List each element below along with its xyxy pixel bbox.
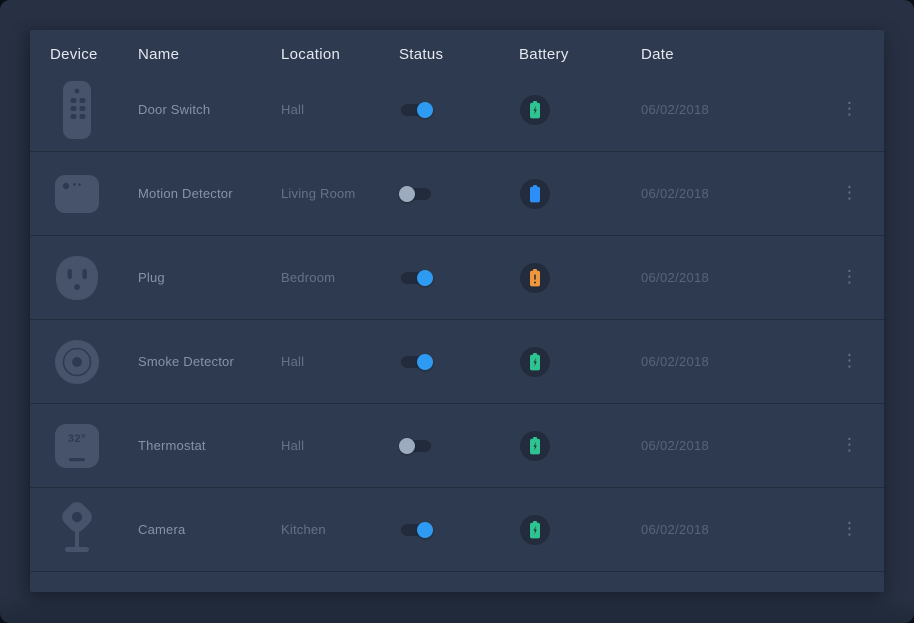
row-menu-button[interactable]: ⋮ — [837, 267, 862, 288]
device-location: Bedroom — [281, 270, 399, 285]
device-location: Living Room — [281, 186, 399, 201]
motion-detector-icon — [54, 164, 100, 224]
battery-badge — [520, 263, 550, 293]
battery-charging-icon — [529, 101, 541, 119]
table-header-row: Device Name Location Status Battery Date — [30, 30, 884, 68]
battery-badge — [520, 515, 550, 545]
thermostat-temp-label: 32° — [54, 433, 100, 445]
status-toggle[interactable] — [401, 440, 431, 452]
device-row: Camera Kitchen 06/02/2018 ⋮ — [30, 488, 884, 572]
device-date: 06/02/2018 — [641, 522, 822, 537]
device-row: Plug Bedroom 06/02/2018 ⋮ — [30, 236, 884, 320]
device-location: Hall — [281, 354, 399, 369]
device-table-body: Door Switch Hall 06/02/2018 ⋮ Motion Det… — [30, 68, 884, 592]
status-toggle[interactable] — [401, 356, 431, 368]
thermostat-icon — [54, 416, 100, 476]
toggle-knob — [399, 186, 415, 202]
device-row: Smoke Detector Hall 06/02/2018 ⋮ — [30, 320, 884, 404]
remote-icon — [54, 80, 100, 140]
battery-alert-icon — [529, 269, 541, 287]
column-header-location: Location — [281, 46, 399, 63]
device-date: 06/02/2018 — [641, 354, 822, 369]
device-name: Motion Detector — [138, 186, 281, 201]
device-row: Motion Detector Living Room 06/02/2018 ⋮ — [30, 152, 884, 236]
battery-badge — [520, 179, 550, 209]
row-menu-button[interactable]: ⋮ — [837, 351, 862, 372]
device-name: Thermostat — [138, 438, 281, 453]
toggle-knob — [417, 522, 433, 538]
column-header-date: Date — [641, 46, 822, 63]
smoke-detector-icon — [54, 332, 100, 392]
toggle-knob — [417, 102, 433, 118]
column-header-battery: Battery — [519, 46, 641, 63]
toggle-knob — [417, 354, 433, 370]
device-row: 32° Thermostat Hall 06/02/2018 ⋮ — [30, 404, 884, 488]
device-date: 06/02/2018 — [641, 186, 822, 201]
plug-icon — [54, 248, 100, 308]
device-name: Door Switch — [138, 102, 281, 117]
device-name: Smoke Detector — [138, 354, 281, 369]
battery-charging-icon — [529, 521, 541, 539]
device-date: 06/02/2018 — [641, 270, 822, 285]
battery-full-icon — [529, 185, 541, 203]
battery-charging-icon — [529, 353, 541, 371]
row-menu-button[interactable]: ⋮ — [837, 99, 862, 120]
row-menu-button[interactable]: ⋮ — [837, 435, 862, 456]
device-name: Camera — [138, 522, 281, 537]
column-header-status: Status — [399, 46, 519, 63]
toggle-knob — [417, 270, 433, 286]
status-toggle[interactable] — [401, 272, 431, 284]
camera-icon — [54, 500, 100, 560]
device-date: 06/02/2018 — [641, 438, 822, 453]
column-header-device: Device — [50, 46, 138, 63]
device-location: Kitchen — [281, 522, 399, 537]
battery-charging-icon — [529, 437, 541, 455]
row-menu-button[interactable]: ⋮ — [837, 519, 862, 540]
device-name: Plug — [138, 270, 281, 285]
device-location: Hall — [281, 438, 399, 453]
battery-badge — [520, 431, 550, 461]
status-toggle[interactable] — [401, 104, 431, 116]
app-window: Device Name Location Status Battery Date… — [0, 0, 914, 623]
device-date: 06/02/2018 — [641, 102, 822, 117]
status-toggle[interactable] — [401, 524, 431, 536]
battery-badge — [520, 347, 550, 377]
status-toggle[interactable] — [401, 188, 431, 200]
device-location: Hall — [281, 102, 399, 117]
battery-badge — [520, 95, 550, 125]
column-header-name: Name — [138, 46, 281, 63]
toggle-knob — [399, 438, 415, 454]
device-row: Door Switch Hall 06/02/2018 ⋮ — [30, 68, 884, 152]
devices-table-card: Device Name Location Status Battery Date… — [30, 30, 884, 592]
row-menu-button[interactable]: ⋮ — [837, 183, 862, 204]
